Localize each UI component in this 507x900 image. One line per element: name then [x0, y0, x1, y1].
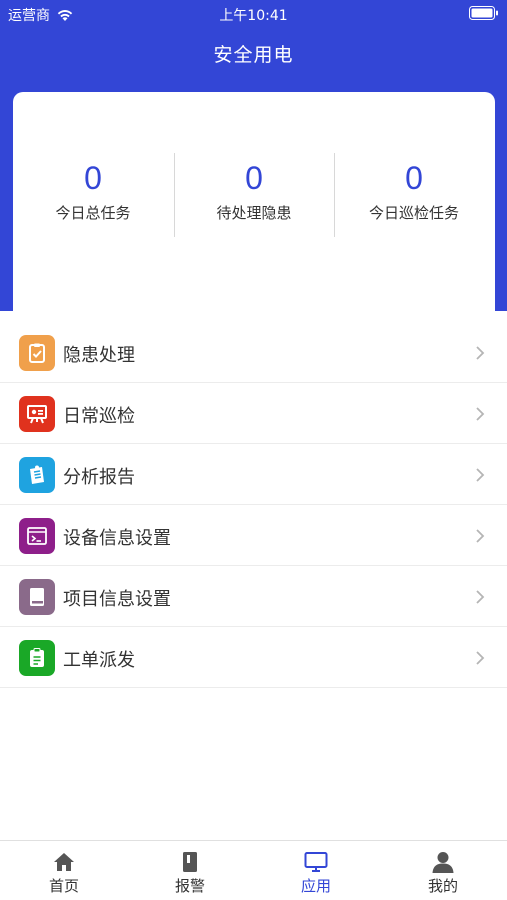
- chevron-right-icon: [476, 529, 485, 543]
- menu-item-label: 分析报告: [63, 467, 135, 488]
- stat-inspection-tasks[interactable]: 0 今日巡检任务: [334, 160, 494, 240]
- menu-item-label: 工单派发: [63, 650, 135, 671]
- menu-item-label: 设备信息设置: [63, 528, 171, 549]
- menu-item-label: 项目信息设置: [63, 589, 171, 610]
- menu-item-analysis-report[interactable]: 分析报告: [0, 444, 507, 505]
- monitor-icon: [304, 852, 328, 872]
- tab-home[interactable]: 首页: [1, 841, 127, 900]
- clipboard-list-icon: [19, 640, 55, 676]
- user-icon: [432, 852, 454, 873]
- home-icon: [54, 853, 74, 871]
- tab-label: 应用: [300, 877, 331, 895]
- chevron-right-icon: [476, 590, 485, 604]
- stat-value: 0: [84, 160, 102, 196]
- battery-icon: [469, 6, 498, 20]
- presentation-board-icon: [19, 396, 55, 432]
- menu-list: 隐患处理 日常巡检 分析报告 设备信息设置 项目信息设置 工单派发: [0, 322, 507, 688]
- book-icon: [19, 579, 55, 615]
- chevron-right-icon: [476, 651, 485, 665]
- stat-value: 0: [405, 160, 423, 196]
- menu-item-work-order-dispatch[interactable]: 工单派发: [0, 627, 507, 688]
- stat-label: 待处理隐患: [216, 204, 292, 222]
- chevron-right-icon: [476, 468, 485, 482]
- stat-value: 0: [245, 160, 263, 196]
- menu-item-hazard-handling[interactable]: 隐患处理: [0, 322, 507, 383]
- stat-total-tasks[interactable]: 0 今日总任务: [13, 160, 173, 240]
- menu-item-device-settings[interactable]: 设备信息设置: [0, 505, 507, 566]
- report-icon: [19, 457, 55, 493]
- stat-label: 今日巡检任务: [368, 204, 459, 222]
- menu-item-label: 日常巡检: [63, 406, 135, 427]
- page-title: 安全用电: [213, 44, 294, 66]
- status-time: 上午10:41: [219, 8, 288, 24]
- notebook-icon: [183, 852, 197, 872]
- stat-pending-hazards[interactable]: 0 待处理隐患: [174, 160, 334, 240]
- tab-label: 报警: [174, 877, 205, 895]
- stats-card: 0 今日总任务 0 待处理隐患 0 今日巡检任务: [13, 92, 495, 322]
- tab-bar: 首页 报警 应用 我的: [0, 840, 507, 900]
- stat-label: 今日总任务: [55, 204, 131, 222]
- chevron-right-icon: [476, 346, 485, 360]
- tab-alarm[interactable]: 报警: [127, 841, 253, 900]
- tab-apps[interactable]: 应用: [253, 841, 379, 900]
- menu-item-project-settings[interactable]: 项目信息设置: [0, 566, 507, 627]
- tab-label: 首页: [48, 877, 79, 895]
- chevron-right-icon: [476, 407, 485, 421]
- tab-me[interactable]: 我的: [380, 841, 506, 900]
- status-bar: 运营商 上午10:41: [0, 0, 507, 28]
- clipboard-check-icon: [19, 335, 55, 371]
- screen: 运营商 上午10:41 安全用电 0 今日总任务 0 待处理隐患 0 今日巡检任…: [0, 0, 507, 900]
- menu-item-label: 隐患处理: [63, 345, 135, 366]
- terminal-window-icon: [19, 518, 55, 554]
- tab-label: 我的: [427, 877, 458, 895]
- menu-item-daily-inspection[interactable]: 日常巡检: [0, 383, 507, 444]
